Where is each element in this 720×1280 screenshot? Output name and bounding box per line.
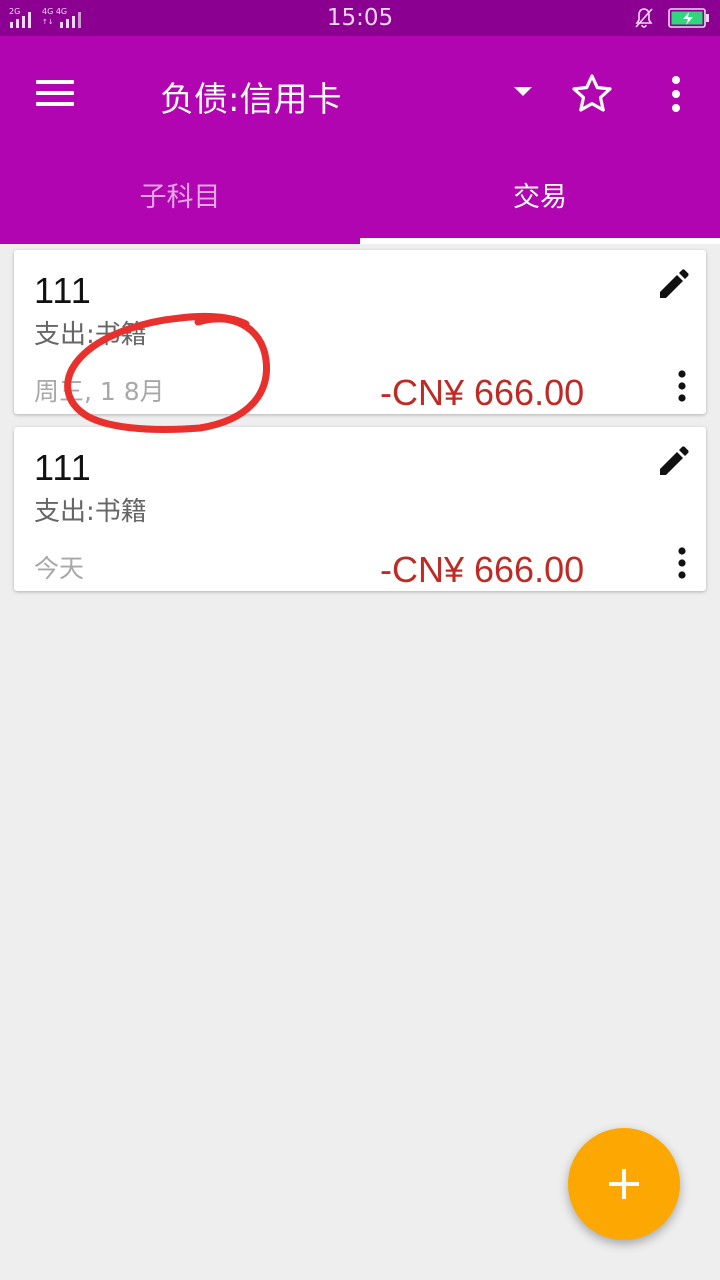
transaction-account: 支出:书籍: [34, 497, 147, 527]
status-bar: 2G 4G 4G ↑↓ 15:05: [0, 0, 720, 36]
transaction-card[interactable]: 111 支出:书籍 今天 -CN¥ 666.00: [14, 427, 706, 591]
more-vert-icon[interactable]: [660, 70, 692, 118]
edit-pencil-icon[interactable]: [654, 264, 694, 304]
menu-icon-line: [36, 102, 74, 106]
tab-subaccounts[interactable]: 子科目: [0, 156, 360, 244]
menu-icon-line: [36, 91, 74, 95]
transaction-date: 今天: [34, 554, 85, 583]
battery-charging-icon: [668, 8, 709, 28]
menu-icon-line: [36, 80, 74, 84]
app-bar: 负债:信用卡 子科目 交易: [0, 36, 720, 244]
edit-pencil-icon[interactable]: [654, 441, 694, 481]
tab-transactions[interactable]: 交易: [360, 156, 720, 244]
transaction-amount: -CN¥ 666.00: [380, 549, 585, 590]
transaction-account: 支出:书籍: [34, 320, 147, 350]
transaction-card[interactable]: 111 支出:书籍 周三, 1 8月 -CN¥ 666.00: [14, 250, 706, 414]
status-time: 15:05: [326, 5, 394, 31]
transaction-title: 111: [34, 270, 92, 311]
account-title[interactable]: 负债:信用卡: [160, 72, 341, 121]
mute-bell-icon: [635, 8, 653, 28]
star-outline-icon[interactable]: [568, 70, 616, 118]
transaction-date: 周三, 1 8月: [34, 377, 165, 406]
transaction-amount: -CN¥ 666.00: [380, 372, 585, 413]
tab-indicator: [360, 238, 720, 244]
more-vert-icon[interactable]: [670, 543, 694, 583]
dropdown-arrow-icon[interactable]: [504, 76, 542, 106]
more-vert-icon[interactable]: [670, 366, 694, 406]
transaction-title: 111: [34, 447, 92, 488]
add-transaction-button[interactable]: [568, 1128, 680, 1240]
menu-button[interactable]: [36, 77, 76, 107]
plus-icon: [609, 1169, 639, 1199]
